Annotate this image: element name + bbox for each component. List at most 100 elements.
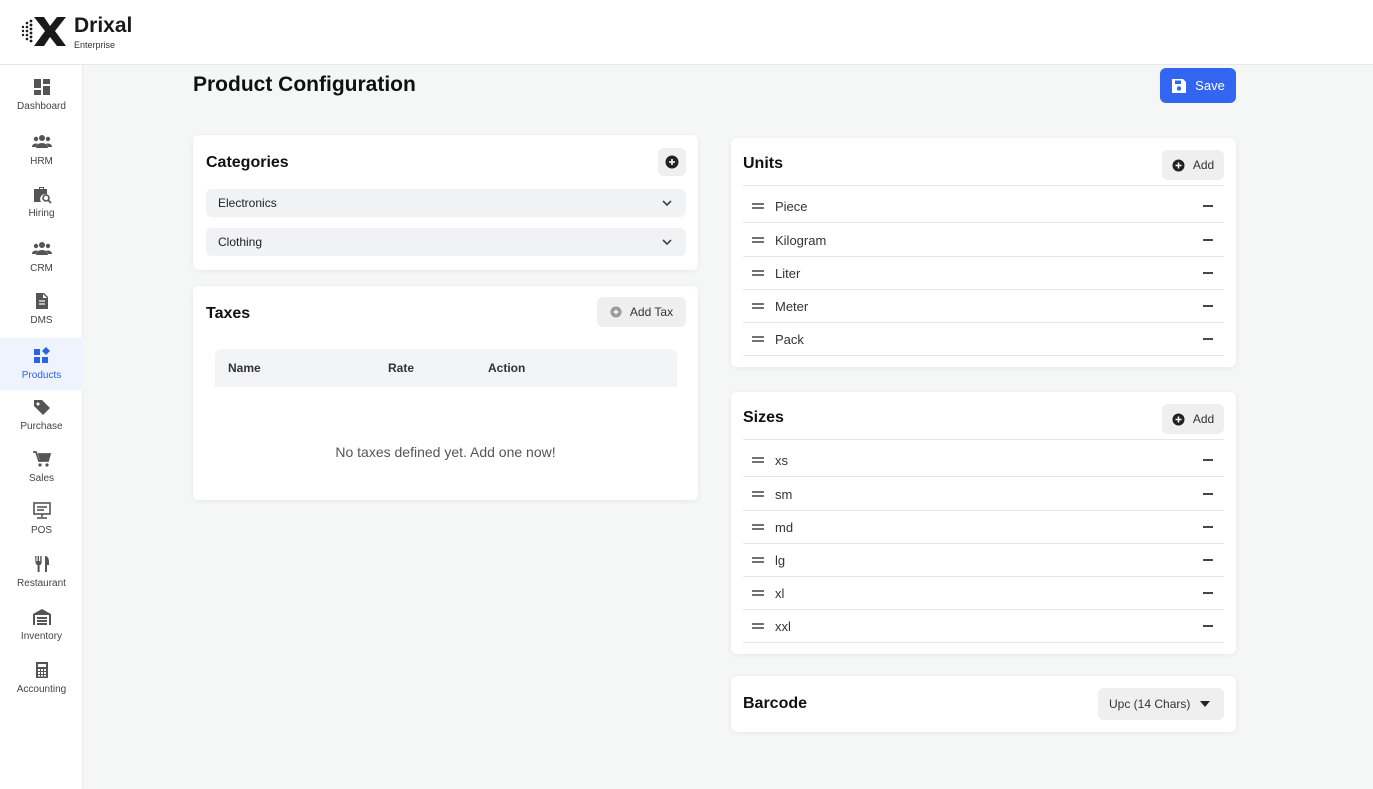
remove-icon[interactable] bbox=[1202, 333, 1214, 345]
sidebar-item-dms[interactable]: DMS bbox=[0, 291, 83, 337]
tag-icon bbox=[33, 400, 50, 415]
remove-icon[interactable] bbox=[1202, 200, 1214, 212]
remove-icon[interactable] bbox=[1202, 488, 1214, 500]
remove-icon[interactable] bbox=[1202, 620, 1214, 632]
drag-handle-icon bbox=[752, 524, 764, 530]
sidebar-item-hrm[interactable]: HRM bbox=[0, 132, 83, 178]
remove-icon[interactable] bbox=[1202, 454, 1214, 466]
pos-terminal-icon bbox=[32, 502, 51, 519]
caret-down-icon bbox=[1200, 701, 1210, 707]
size-label: xs bbox=[775, 452, 788, 468]
plus-circle-icon bbox=[1172, 159, 1185, 171]
remove-icon[interactable] bbox=[1202, 587, 1214, 599]
remove-icon[interactable] bbox=[1202, 267, 1214, 279]
category-label: Electronics bbox=[218, 196, 277, 210]
size-row-md[interactable]: md bbox=[743, 511, 1224, 544]
barcode-card: Barcode Upc (14 Chars) bbox=[731, 676, 1236, 732]
units-card: Units Add Piece Kilogram Liter Meter Pac… bbox=[731, 138, 1236, 367]
column-header-name: Name bbox=[228, 361, 261, 375]
sidebar-item-pos[interactable]: POS bbox=[0, 501, 83, 547]
drag-handle-icon bbox=[752, 237, 764, 243]
chevron-down-icon bbox=[662, 239, 672, 246]
brand-name: Drixal bbox=[74, 14, 133, 37]
units-divider bbox=[743, 185, 1224, 186]
add-size-label: Add bbox=[1192, 412, 1215, 426]
sidebar-item-label: Restaurant bbox=[17, 578, 66, 589]
drag-handle-icon bbox=[752, 203, 764, 209]
sidebar-item-crm[interactable]: CRM bbox=[0, 239, 83, 285]
add-category-button[interactable] bbox=[658, 148, 686, 176]
plus-circle-icon bbox=[665, 155, 679, 169]
sidebar-item-accounting[interactable]: Accounting bbox=[0, 660, 83, 706]
plus-circle-icon bbox=[1172, 413, 1185, 425]
add-unit-button[interactable]: Add bbox=[1162, 150, 1224, 180]
sidebar-item-dashboard[interactable]: Dashboard bbox=[0, 77, 83, 123]
add-unit-label: Add bbox=[1192, 158, 1215, 172]
drag-handle-icon bbox=[752, 336, 764, 342]
sidebar-item-hiring[interactable]: Hiring bbox=[0, 184, 83, 230]
sidebar-item-sales[interactable]: Sales bbox=[0, 449, 83, 495]
sidebar-item-label: CRM bbox=[30, 263, 53, 274]
sidebar-item-label: Accounting bbox=[16, 684, 67, 695]
unit-row-liter[interactable]: Liter bbox=[743, 257, 1224, 290]
drag-handle-icon bbox=[752, 590, 764, 596]
size-row-lg[interactable]: lg bbox=[743, 544, 1224, 577]
brand-logo[interactable]: Drixal Enterprise bbox=[20, 13, 132, 50]
category-label: Clothing bbox=[218, 235, 263, 249]
category-item-clothing[interactable]: Clothing bbox=[206, 228, 686, 256]
unit-row-kilogram[interactable]: Kilogram bbox=[743, 224, 1224, 257]
page-title: Product Configuration bbox=[193, 73, 416, 96]
sidebar-item-label: Purchase bbox=[20, 421, 63, 432]
sizes-divider bbox=[743, 439, 1224, 440]
widgets-icon bbox=[33, 347, 50, 363]
taxes-card: Taxes Add Tax Name Rate Action No taxes … bbox=[193, 286, 698, 500]
taxes-title: Taxes bbox=[206, 305, 251, 322]
remove-icon[interactable] bbox=[1202, 554, 1214, 566]
save-icon bbox=[1172, 78, 1187, 93]
sizes-title: Sizes bbox=[743, 409, 784, 426]
remove-icon[interactable] bbox=[1202, 521, 1214, 533]
size-label: sm bbox=[775, 486, 793, 502]
drag-handle-icon bbox=[752, 303, 764, 309]
sidebar-item-purchase[interactable]: Purchase bbox=[0, 397, 83, 443]
sidebar-item-label: POS bbox=[30, 525, 53, 536]
sidebar-item-label: HRM bbox=[30, 156, 53, 167]
utensils-icon bbox=[34, 556, 49, 572]
calculator-icon bbox=[35, 662, 48, 678]
briefcase-search-icon bbox=[33, 187, 52, 204]
barcode-title: Barcode bbox=[743, 695, 808, 712]
unit-label: Liter bbox=[775, 265, 801, 281]
sidebar-item-restaurant[interactable]: Restaurant bbox=[0, 554, 83, 600]
add-size-button[interactable]: Add bbox=[1162, 404, 1224, 434]
unit-row-pack[interactable]: Pack bbox=[743, 323, 1224, 356]
remove-icon[interactable] bbox=[1202, 300, 1214, 312]
unit-label: Pack bbox=[775, 331, 804, 347]
categories-card: Categories Electronics Clothing bbox=[193, 135, 698, 270]
unit-row-piece[interactable]: Piece bbox=[743, 190, 1224, 223]
add-tax-label: Add Tax bbox=[629, 305, 674, 319]
save-button[interactable]: Save bbox=[1160, 68, 1236, 103]
sidebar-item-label: DMS bbox=[30, 315, 53, 326]
size-label: lg bbox=[775, 552, 786, 568]
categories-title: Categories bbox=[206, 154, 289, 171]
unit-row-meter[interactable]: Meter bbox=[743, 290, 1224, 323]
column-header-action: Action bbox=[488, 361, 526, 375]
size-row-xxl[interactable]: xxl bbox=[743, 610, 1224, 643]
remove-icon[interactable] bbox=[1202, 234, 1214, 246]
size-row-sm[interactable]: sm bbox=[743, 478, 1224, 511]
barcode-format-select[interactable]: Upc (14 Chars) bbox=[1098, 688, 1224, 720]
size-row-xl[interactable]: xl bbox=[743, 577, 1224, 610]
chevron-down-icon bbox=[662, 200, 672, 207]
category-item-electronics[interactable]: Electronics bbox=[206, 189, 686, 217]
sidebar-item-inventory[interactable]: Inventory bbox=[0, 607, 83, 653]
unit-label: Meter bbox=[775, 298, 809, 314]
dashboard-icon bbox=[33, 79, 50, 95]
sidebar-item-products[interactable]: Products bbox=[0, 338, 83, 390]
cart-icon bbox=[32, 451, 51, 467]
sidebar: Dashboard HRM Hiring CRM DMS Products Pu… bbox=[0, 65, 83, 789]
size-row-xs[interactable]: xs bbox=[743, 444, 1224, 477]
save-button-label: Save bbox=[1195, 78, 1225, 93]
add-tax-button[interactable]: Add Tax bbox=[597, 297, 686, 327]
plus-circle-icon bbox=[610, 306, 622, 318]
brand-tagline: Enterprise bbox=[74, 40, 116, 50]
